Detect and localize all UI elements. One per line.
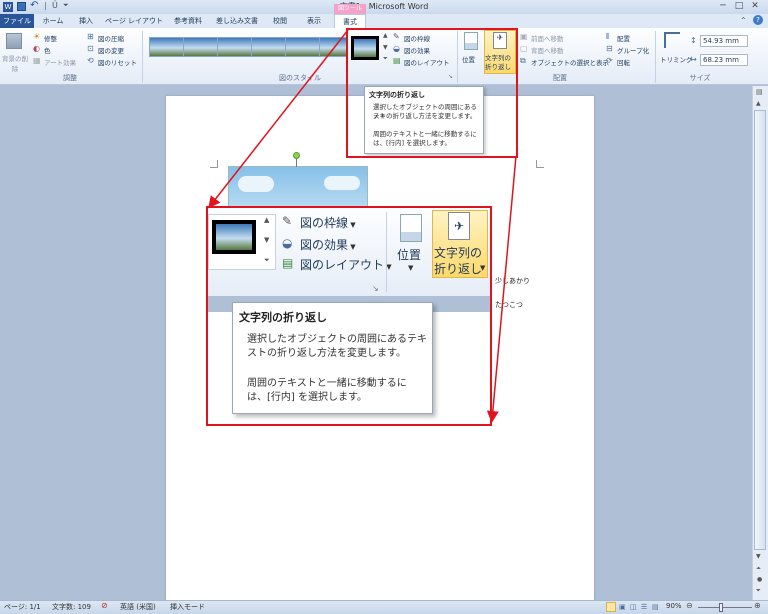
status-page[interactable]: ページ: 1/1 — [4, 602, 41, 612]
draft-view-icon[interactable]: ▤ — [652, 603, 659, 611]
callout-arrows — [208, 29, 517, 423]
web-layout-view-icon[interactable]: ◫ — [630, 603, 637, 611]
zoom-slider-thumb[interactable] — [719, 603, 723, 612]
status-word-count[interactable]: 文字数: 109 — [52, 602, 91, 612]
status-insert-mode[interactable]: 挿入モード — [170, 602, 205, 612]
zoom-level[interactable]: 90% — [666, 602, 682, 610]
arrow-left — [208, 29, 349, 209]
zoom-slider[interactable] — [698, 607, 752, 608]
arrow-right — [486, 155, 517, 423]
outline-view-icon[interactable]: ☰ — [641, 603, 647, 611]
status-language[interactable]: 英語 (米国) — [120, 602, 156, 612]
zoom-in-icon[interactable]: ⊕ — [754, 601, 761, 610]
zoom-out-icon[interactable]: ⊖ — [686, 601, 693, 610]
proofing-icon[interactable]: ⊘ — [101, 601, 108, 610]
print-layout-view-icon[interactable] — [606, 602, 616, 612]
full-screen-view-icon[interactable]: ▣ — [619, 603, 626, 611]
